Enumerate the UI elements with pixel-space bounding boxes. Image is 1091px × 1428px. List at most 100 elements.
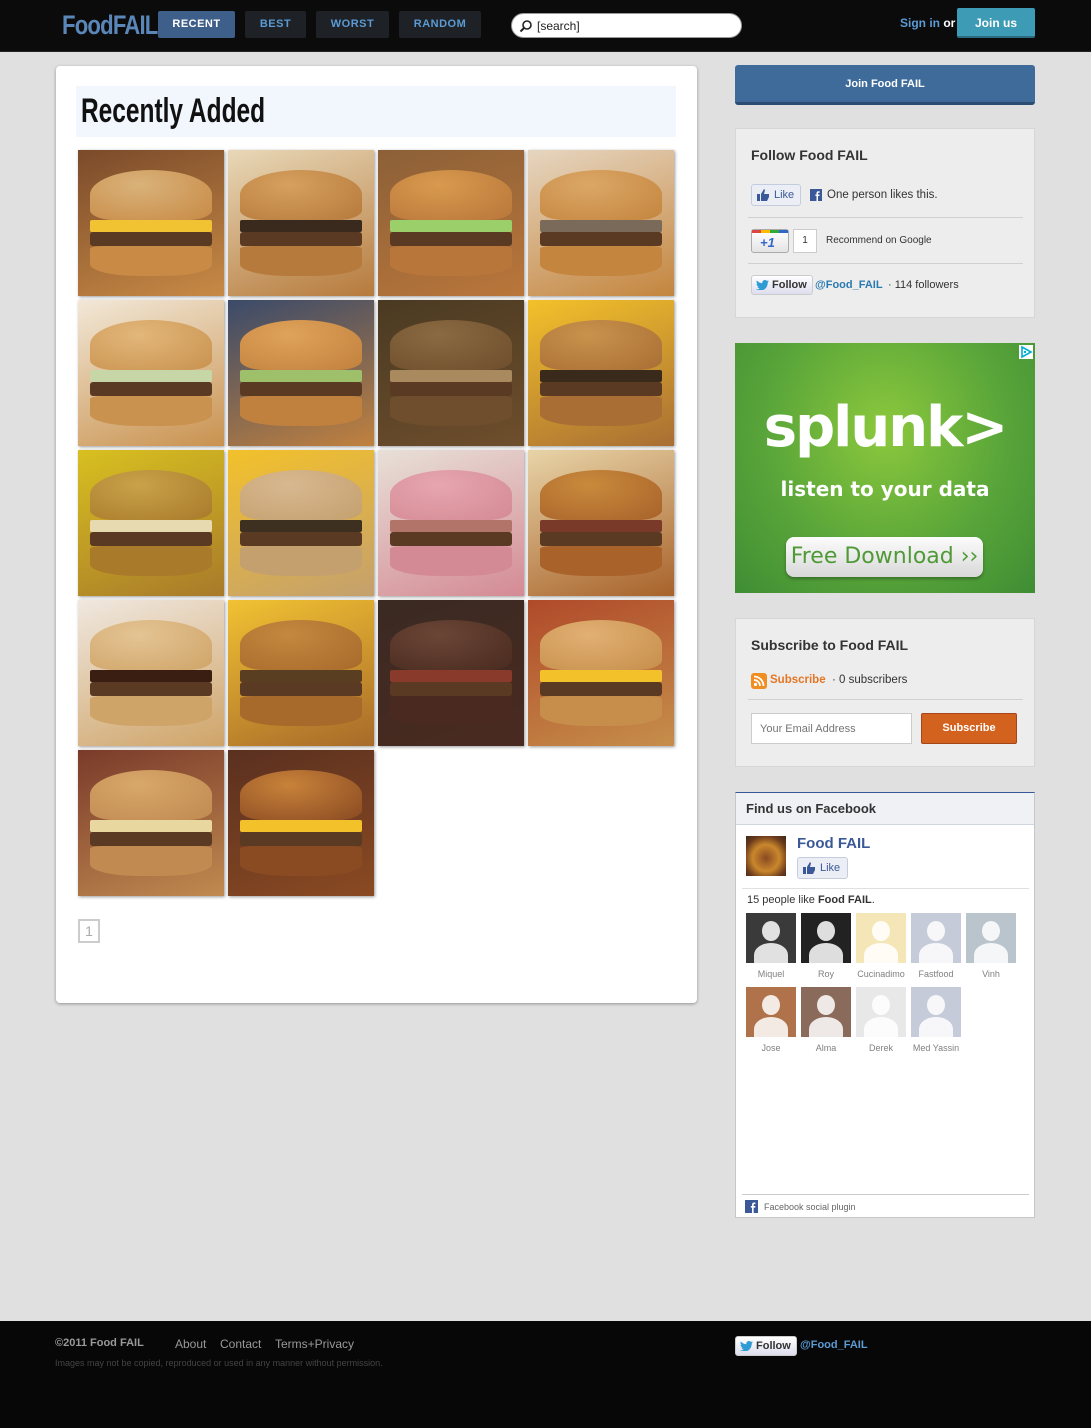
nav-best[interactable]: BEST	[245, 11, 306, 38]
search-icon	[519, 20, 532, 33]
fan-name: Jose	[761, 1043, 781, 1053]
facebook-page-like-button[interactable]: Like	[797, 857, 848, 879]
fan-face[interactable]: Vinh	[966, 913, 1016, 979]
subscriber-count: · 0 subscribers	[832, 674, 908, 686]
facebook-plugin-link[interactable]: Facebook social plugin	[764, 1202, 856, 1212]
footer-link-contact[interactable]: Contact	[220, 1337, 261, 1351]
avatar	[801, 913, 851, 963]
page-avatar[interactable]	[746, 836, 786, 876]
avatar	[746, 913, 796, 963]
fan-name: Vinh	[982, 969, 1000, 979]
fan-face[interactable]: Miquel	[746, 913, 796, 979]
email-field[interactable]	[751, 713, 912, 744]
food-photo-bacon-burger[interactable]	[528, 450, 674, 596]
food-photo-lettuce-burger[interactable]	[78, 300, 224, 446]
food-photo-double-cheese-burger[interactable]	[528, 300, 674, 446]
footer-twitter-handle[interactable]: @Food_FAIL	[800, 1339, 868, 1351]
fan-name: Cucinadimo	[857, 969, 905, 979]
avatar	[856, 913, 906, 963]
fan-face[interactable]: Alma	[801, 987, 851, 1053]
footer-twitter-follow-button[interactable]: Follow	[735, 1336, 797, 1356]
twitter-follow-button[interactable]: Follow	[751, 275, 813, 295]
signin-link[interactable]: Sign in	[900, 16, 940, 30]
food-photo-cheeseburger-2[interactable]	[228, 600, 374, 746]
subscribe-box: Subscribe to Food FAIL Subscribe · 0 sub…	[735, 618, 1035, 767]
food-photo-chicken-sandwich[interactable]	[378, 150, 524, 296]
plus-one-count: 1	[793, 229, 817, 253]
site-logo[interactable]: FoodFAIL	[62, 10, 158, 41]
food-photo-bbq-sandwich[interactable]	[378, 600, 524, 746]
fan-name: Med Yassin	[912, 1043, 960, 1053]
rss-icon	[751, 673, 767, 689]
follow-title: Follow Food FAIL	[751, 147, 868, 163]
fan-face[interactable]: Cucinadimo	[856, 913, 906, 979]
food-photo-bacon-cheeseburger[interactable]	[528, 600, 674, 746]
avatar	[856, 987, 906, 1037]
food-photo-smothered-patty[interactable]	[378, 300, 524, 446]
ad-tagline: listen to your data	[780, 477, 990, 501]
recommend-text: Recommend on Google	[826, 235, 932, 246]
fan-face[interactable]: Med Yassin	[911, 987, 961, 1053]
nav-recent[interactable]: RECENT	[158, 11, 235, 38]
main-panel: Recently Added 1	[56, 66, 697, 1003]
google-plus-one-button[interactable]: +1	[751, 229, 789, 253]
copyright: ©2011 Food FAIL	[55, 1337, 144, 1349]
footer-link-about[interactable]: About	[175, 1337, 206, 1351]
copyright-notice: Images may not be copied, reproduced or …	[55, 1358, 383, 1368]
search-box	[511, 13, 742, 38]
or-text: or	[943, 16, 956, 30]
ad-download-button[interactable]: Free Download ››	[786, 537, 983, 577]
like-count-text: One person likes this.	[827, 189, 938, 201]
avatar	[966, 913, 1016, 963]
facebook-box-header: Find us on Facebook	[736, 793, 1034, 825]
fb-like-button[interactable]: Like	[751, 184, 801, 206]
follow-box: Follow Food FAIL Like One person likes t…	[735, 128, 1035, 318]
join-food-fail-button[interactable]: Join Food FAIL	[735, 65, 1035, 105]
food-photo-cheeseburger[interactable]	[78, 150, 224, 296]
join-us-button[interactable]: Join us	[957, 8, 1035, 38]
signin-area: Sign in or	[900, 16, 955, 30]
fan-name: Miquel	[757, 969, 785, 979]
food-photo-plain-bun-burger[interactable]	[378, 450, 524, 596]
avatar	[911, 987, 961, 1037]
footer: ©2011 Food FAIL About Contact Terms+Priv…	[0, 1321, 1091, 1428]
fans-count-text: 15 people like Food FAIL.	[747, 894, 875, 906]
avatar	[801, 987, 851, 1037]
twitter-handle-link[interactable]: @Food_FAIL	[815, 279, 883, 291]
footer-link-terms[interactable]: Terms+Privacy	[275, 1337, 354, 1351]
food-photo-bbq-rib-sandwich[interactable]	[78, 600, 224, 746]
page-title: Recently Added	[81, 92, 266, 130]
food-photo-fish-sandwich[interactable]	[228, 300, 374, 446]
adchoices-icon[interactable]	[1019, 345, 1033, 359]
splunk-ad-banner[interactable]: splunk> listen to your data Free Downloa…	[735, 343, 1035, 593]
food-photo-triple-bacon-burger[interactable]	[228, 750, 374, 896]
facebook-page-name[interactable]: Food FAIL	[797, 835, 870, 852]
subscribe-button[interactable]: Subscribe	[921, 713, 1017, 744]
fan-face[interactable]: Roy	[801, 913, 851, 979]
fan-name: Fastfood	[918, 969, 954, 979]
avatar	[911, 913, 961, 963]
food-photo-tomato-cheeseburger[interactable]	[228, 450, 374, 596]
separator	[748, 263, 1023, 264]
subscribe-link[interactable]: Subscribe	[770, 674, 826, 686]
food-photo-double-burger[interactable]	[228, 150, 374, 296]
facebook-likebox: Find us on Facebook Food FAIL Like 15 pe…	[735, 792, 1035, 1218]
facebook-icon	[745, 1200, 758, 1213]
nav-worst[interactable]: WORST	[316, 11, 389, 38]
food-photo-melt-sandwich[interactable]	[78, 750, 224, 896]
separator	[748, 217, 1023, 218]
food-photo-sesame-burger[interactable]	[528, 150, 674, 296]
separator	[742, 888, 1029, 889]
fan-name: Alma	[815, 1043, 837, 1053]
search-input[interactable]	[537, 17, 737, 35]
fan-face[interactable]: Jose	[746, 987, 796, 1053]
subscribe-title: Subscribe to Food FAIL	[751, 637, 909, 653]
heading-bar: Recently Added	[76, 86, 676, 137]
twitter-followers-text: · 114 followers	[888, 279, 959, 291]
fan-face[interactable]: Fastfood	[911, 913, 961, 979]
food-photo-chicken-strip[interactable]	[78, 450, 224, 596]
facebook-icon	[810, 189, 822, 201]
page-number-1[interactable]: 1	[78, 919, 100, 943]
fan-face[interactable]: Derek	[856, 987, 906, 1053]
nav-random[interactable]: RANDOM	[399, 11, 481, 38]
